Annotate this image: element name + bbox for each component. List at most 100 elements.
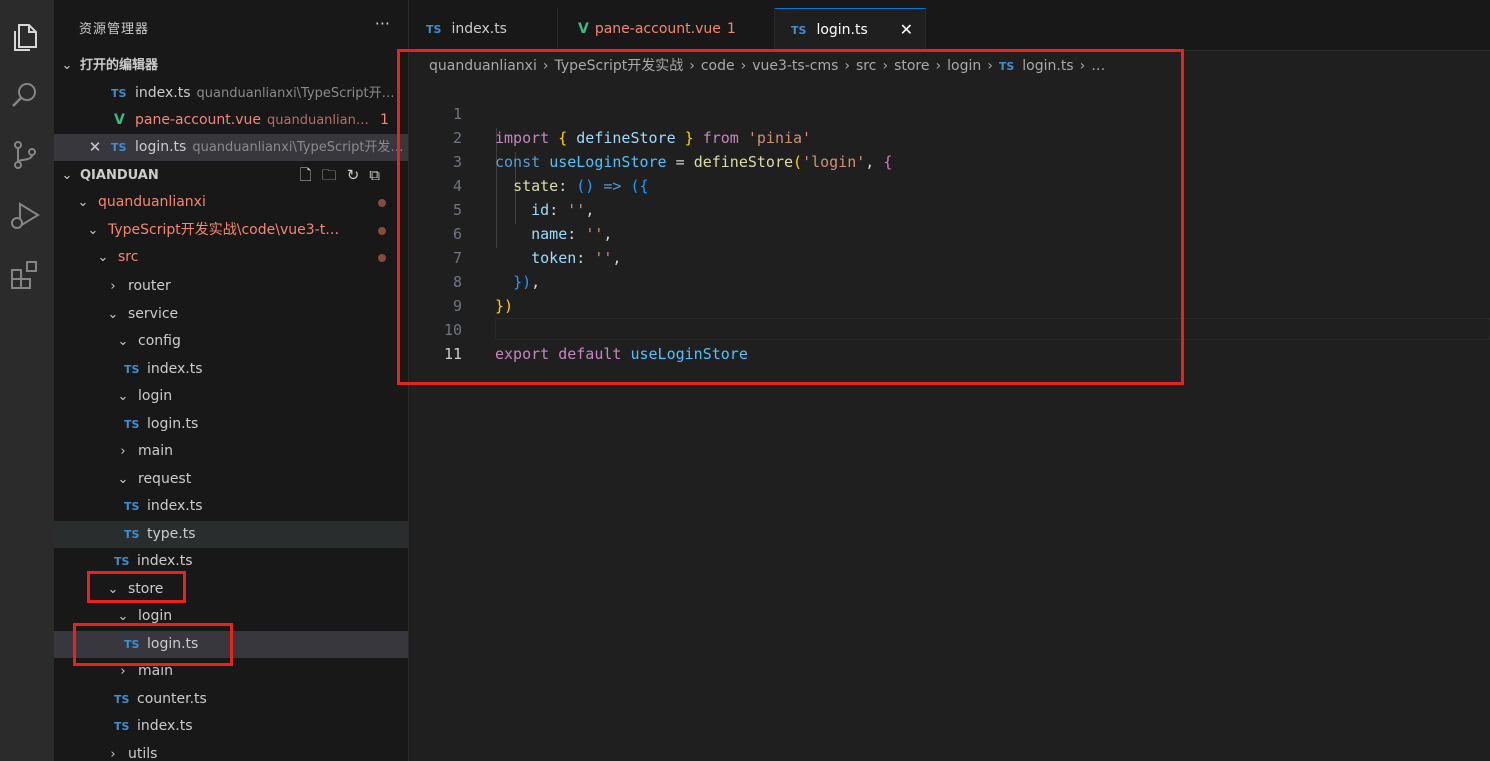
folder-label: utils (128, 746, 158, 761)
problem-count-badge: 1 (380, 112, 389, 128)
modified-dot (378, 227, 386, 235)
open-editor-path: quanduanlian… (267, 113, 369, 128)
annotation-highlight (87, 571, 186, 603)
tab-label: login.ts (816, 22, 868, 38)
close-icon[interactable]: ✕ (900, 9, 913, 51)
vue-file-icon: V (114, 112, 125, 128)
tree-file[interactable]: TS login.ts (54, 411, 408, 438)
file-label: index.ts (147, 498, 203, 514)
modified-dot (378, 199, 386, 207)
tab-pane-account-vue[interactable]: Vpane-account.vue 1 (558, 8, 775, 50)
tree-folder-utils[interactable]: › utils (54, 741, 408, 761)
open-editor-path: quanduanlianxi\TypeScript开… (196, 86, 395, 101)
tree-folder-login[interactable]: ⌄ login (54, 383, 408, 410)
open-editor-item-active[interactable]: ✕ TS login.ts quanduanlianxi\TypeScript开发… (54, 134, 408, 161)
tab-label: index.ts (451, 21, 507, 37)
annotation-highlight (73, 623, 233, 666)
code-editor[interactable]: quanduanlianxi › TypeScript开发实战 › code › vue3-… (397, 49, 1490, 761)
tree-file[interactable]: TS index.ts (54, 493, 408, 520)
close-icon[interactable]: ✕ (88, 134, 102, 161)
open-editor-name: index.ts (135, 85, 191, 101)
chevron-right-icon: › (120, 444, 126, 459)
tab-login-ts[interactable]: TS login.ts ✕ (775, 8, 926, 51)
folder-label: request (138, 471, 192, 487)
problem-count-badge: 1 (726, 21, 736, 37)
modified-dot (378, 254, 386, 262)
tab-bar: TS index.ts Vpane-account.vue 1 TS login.ts… (409, 0, 1490, 51)
file-label: index.ts (147, 361, 203, 377)
open-editor-item[interactable]: V pane-account.vue quanduanlian… 1 (54, 107, 408, 134)
chevron-down-icon: ⌄ (97, 250, 109, 265)
folder-label: TypeScript开发实战\code\vue3-t… (108, 222, 340, 238)
folder-label: quanduanlianxi (98, 194, 206, 210)
activity-bar (0, 0, 55, 761)
tab-index-ts[interactable]: TS index.ts (409, 8, 558, 50)
open-editors-header: 打开的编辑器 (80, 58, 159, 73)
chevron-right-icon: › (110, 747, 116, 761)
chevron-down-icon: ⌄ (61, 58, 73, 73)
typescript-file-icon: TS (124, 418, 140, 431)
tree-folder-request[interactable]: ⌄ request (54, 466, 408, 493)
tree-file[interactable]: TS index.ts (54, 713, 408, 740)
explorer-icon[interactable] (8, 20, 42, 54)
tree-folder-src[interactable]: ⌄ src (54, 244, 408, 271)
source-control-icon[interactable] (8, 138, 42, 172)
tree-file[interactable]: TS index.ts (54, 356, 408, 383)
explorer-actions: 🗋🗀↻⧉ (300, 162, 390, 189)
typescript-file-icon: TS (111, 141, 127, 154)
chevron-down-icon: ⌄ (117, 472, 129, 487)
typescript-file-icon: TS (114, 720, 130, 733)
typescript-file-icon: TS (426, 23, 442, 36)
tree-folder-router[interactable]: › router (54, 273, 408, 300)
typescript-file-icon: TS (124, 363, 140, 376)
open-editor-path: quanduanlianxi\TypeScript开发… (192, 140, 404, 155)
chevron-down-icon: ⌄ (87, 223, 99, 238)
tree-folder-config[interactable]: ⌄ config (54, 328, 408, 355)
search-icon[interactable] (8, 78, 42, 112)
chevron-down-icon: ⌄ (61, 168, 73, 183)
folder-label: main (138, 443, 173, 459)
collapse-all-icon[interactable]: ⧉ (369, 166, 390, 184)
folder-label: src (118, 249, 139, 265)
chevron-down-icon: ⌄ (77, 195, 89, 210)
tree-folder-main[interactable]: › main (54, 438, 408, 465)
explorer-sidebar: 资源管理器 ··· ⌄ 打开的编辑器 TS index.ts quanduanli… (54, 0, 409, 761)
tree-file[interactable]: TS counter.ts (54, 686, 408, 713)
typescript-file-icon: TS (111, 87, 127, 100)
chevron-right-icon: › (110, 279, 116, 294)
tree-folder-service[interactable]: ⌄ service (54, 301, 408, 328)
file-label: type.ts (147, 526, 196, 542)
folder-label: config (138, 333, 181, 349)
open-editors-section[interactable]: ⌄ 打开的编辑器 (54, 52, 408, 79)
run-debug-icon[interactable] (8, 198, 42, 232)
file-label: index.ts (137, 718, 193, 734)
refresh-icon[interactable]: ↻ (347, 166, 370, 184)
tree-file[interactable]: TS type.ts (54, 521, 408, 548)
new-file-icon[interactable]: 🗋 (300, 166, 322, 184)
new-folder-icon[interactable]: 🗀 (322, 166, 347, 184)
folder-label: login (138, 388, 173, 404)
annotation-highlight (397, 49, 1184, 385)
typescript-file-icon: TS (791, 24, 807, 37)
folder-label: service (128, 306, 179, 322)
open-editor-name: pane-account.vue (135, 112, 261, 128)
workspace-section[interactable]: ⌄ QIANDUAN 🗋🗀↻⧉ (54, 162, 408, 189)
chevron-down-icon: ⌄ (117, 389, 129, 404)
chevron-down-icon: ⌄ (117, 334, 129, 349)
more-actions-button[interactable]: ··· (375, 14, 390, 33)
workspace-header: QIANDUAN (80, 168, 159, 183)
chevron-down-icon: ⌄ (107, 307, 119, 322)
sidebar-title: 资源管理器 (79, 22, 150, 37)
typescript-file-icon: TS (124, 528, 140, 541)
file-label: counter.ts (137, 691, 207, 707)
extensions-icon[interactable] (8, 258, 42, 292)
tree-folder-path[interactable]: ⌄ TypeScript开发实战\code\vue3-t… (54, 217, 408, 244)
vue-file-icon: V (578, 21, 589, 37)
typescript-file-icon: TS (124, 500, 140, 513)
open-editor-name: login.ts (135, 139, 187, 155)
open-editor-item[interactable]: TS index.ts quanduanlianxi\TypeScript开… (54, 80, 408, 107)
typescript-file-icon: TS (114, 693, 130, 706)
tab-label: pane-account.vue (594, 21, 721, 37)
file-label: login.ts (147, 416, 199, 432)
tree-folder-quanduanlianxi[interactable]: ⌄ quanduanlianxi (54, 189, 408, 216)
